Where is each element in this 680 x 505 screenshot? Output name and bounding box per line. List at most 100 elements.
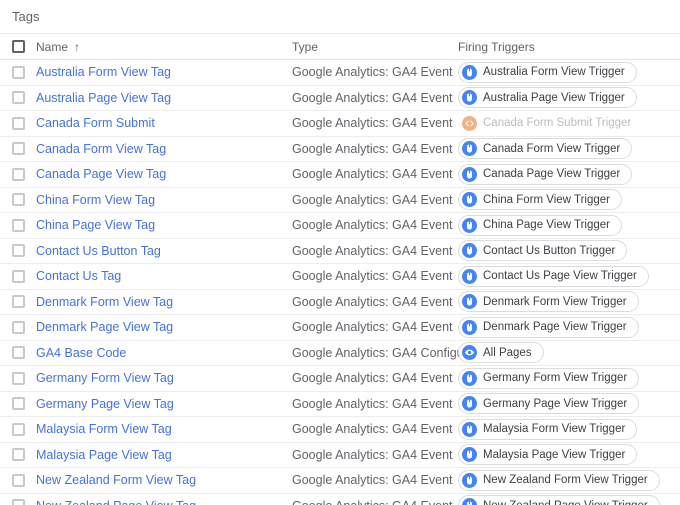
tag-name-link[interactable]: Canada Page View Tag [36, 167, 166, 181]
row-checkbox[interactable] [11, 269, 25, 283]
table-row: New Zealand Form View Tag Google Analyti… [0, 468, 680, 494]
firing-trigger-chip[interactable]: China Form View Trigger [458, 189, 622, 211]
table-row: GA4 Base Code Google Analytics: GA4 Conf… [0, 340, 680, 366]
tag-name-link[interactable]: China Form View Tag [36, 193, 155, 207]
row-checkbox[interactable] [11, 422, 25, 436]
firing-trigger-chip[interactable]: Denmark Form View Trigger [458, 291, 639, 313]
firing-trigger-chip[interactable]: Canada Form Submit Trigger [458, 112, 644, 134]
firing-trigger-chip[interactable]: Canada Form View Trigger [458, 138, 633, 160]
tag-type-label: Google Analytics: GA4 Event [292, 218, 453, 233]
tag-type-label: Google Analytics: GA4 Event [292, 116, 453, 131]
firing-trigger-chip[interactable]: China Page View Trigger [458, 214, 622, 236]
tag-name-link[interactable]: Australia Form View Tag [36, 65, 171, 79]
row-checkbox[interactable] [11, 499, 25, 505]
table-row: Malaysia Page View Tag Google Analytics:… [0, 442, 680, 468]
tag-type-label: Google Analytics: GA4 Event [292, 167, 453, 182]
mouse-click-icon [462, 217, 477, 233]
tag-name-link[interactable]: Contact Us Button Tag [36, 244, 161, 258]
tag-name-link[interactable]: GA4 Base Code [36, 346, 126, 360]
mouse-click-icon [462, 64, 477, 80]
firing-trigger-chip[interactable]: Germany Page View Trigger [458, 393, 640, 415]
trigger-label: Australia Page View Trigger [483, 91, 625, 104]
row-checkbox[interactable] [11, 295, 25, 309]
row-checkbox[interactable] [11, 91, 25, 105]
mouse-click-icon [462, 268, 477, 284]
trigger-label: Canada Form View Trigger [483, 142, 621, 155]
trigger-label: Malaysia Form View Trigger [483, 423, 626, 436]
mouse-click-icon [462, 447, 477, 463]
select-all-checkbox[interactable] [11, 40, 25, 53]
row-checkbox[interactable] [11, 142, 25, 156]
firing-trigger-chip[interactable]: Denmark Page View Trigger [458, 316, 639, 338]
tag-type-label: Google Analytics: GA4 Event [292, 65, 453, 80]
firing-trigger-chip[interactable]: Contact Us Page View Trigger [458, 265, 649, 287]
table-row: Denmark Form View Tag Google Analytics: … [0, 289, 680, 315]
firing-trigger-chip[interactable]: All Pages [458, 342, 544, 364]
tag-name-link[interactable]: Malaysia Form View Tag [36, 422, 172, 436]
tag-name-link[interactable]: New Zealand Form View Tag [36, 473, 196, 487]
row-checkbox[interactable] [11, 448, 25, 462]
trigger-label: Canada Page View Trigger [483, 168, 621, 181]
firing-trigger-chip[interactable]: Malaysia Form View Trigger [458, 418, 638, 440]
table-row: Denmark Page View Tag Google Analytics: … [0, 315, 680, 341]
tag-name-link[interactable]: Germany Form View Tag [36, 371, 174, 385]
firing-trigger-chip[interactable]: Canada Page View Trigger [458, 163, 633, 185]
tag-name-link[interactable]: Canada Form View Tag [36, 142, 166, 156]
trigger-label: Denmark Page View Trigger [483, 321, 627, 334]
firing-trigger-chip[interactable]: New Zealand Form View Trigger [458, 469, 660, 491]
table-header-row: Name ↑ Type Firing Triggers [0, 33, 680, 60]
row-checkbox[interactable] [11, 320, 25, 334]
column-header-name[interactable]: Name [36, 40, 68, 54]
firing-trigger-chip[interactable]: New Zealand Page View Trigger [458, 495, 660, 505]
tag-name-link[interactable]: Malaysia Page View Tag [36, 448, 172, 462]
trigger-label: Malaysia Page View Trigger [483, 448, 626, 461]
tag-type-label: Google Analytics: GA4 Event [292, 269, 453, 284]
mouse-click-icon [462, 396, 477, 412]
firing-trigger-chip[interactable]: Australia Page View Trigger [458, 87, 637, 109]
table-row: Contact Us Button Tag Google Analytics: … [0, 238, 680, 264]
trigger-label: Contact Us Button Trigger [483, 244, 616, 257]
mouse-click-icon [462, 141, 477, 157]
row-checkbox[interactable] [11, 244, 25, 258]
trigger-label: All Pages [483, 346, 532, 359]
sort-ascending-icon[interactable]: ↑ [74, 40, 80, 54]
table-row: Malaysia Form View Tag Google Analytics:… [0, 417, 680, 443]
table-row: Canada Page View Tag Google Analytics: G… [0, 162, 680, 188]
trigger-label: China Form View Trigger [483, 193, 610, 206]
mouse-click-icon [462, 294, 477, 310]
table-row: China Form View Tag Google Analytics: GA… [0, 187, 680, 213]
tag-type-label: Google Analytics: GA4 Event [292, 192, 453, 207]
row-checkbox[interactable] [11, 218, 25, 232]
trigger-label: Canada Form Submit Trigger [483, 117, 632, 130]
firing-trigger-chip[interactable]: Germany Form View Trigger [458, 367, 640, 389]
tag-type-label: Google Analytics: GA4 Event [292, 371, 453, 386]
firing-trigger-chip[interactable]: Contact Us Button Trigger [458, 240, 628, 262]
row-checkbox[interactable] [11, 65, 25, 79]
mouse-click-icon [462, 166, 477, 182]
firing-trigger-chip[interactable]: Malaysia Page View Trigger [458, 444, 638, 466]
row-checkbox[interactable] [11, 371, 25, 385]
row-checkbox[interactable] [11, 346, 25, 360]
firing-trigger-chip[interactable]: Australia Form View Trigger [458, 61, 637, 83]
tag-name-link[interactable]: Contact Us Tag [36, 269, 121, 283]
row-checkbox[interactable] [11, 397, 25, 411]
tag-name-link[interactable]: China Page View Tag [36, 218, 155, 232]
tag-name-link[interactable]: Germany Page View Tag [36, 397, 174, 411]
row-checkbox[interactable] [11, 473, 25, 487]
column-header-type[interactable]: Type [292, 40, 318, 54]
tag-type-label: Google Analytics: GA4 Event [292, 90, 453, 105]
tag-name-link[interactable]: Australia Page View Tag [36, 91, 171, 105]
tag-name-link[interactable]: Denmark Page View Tag [36, 320, 173, 334]
tag-type-label: Google Analytics: GA4 Event [292, 141, 453, 156]
tag-name-link[interactable]: Canada Form Submit [36, 116, 155, 130]
page-title: Tags [12, 9, 40, 24]
row-checkbox[interactable] [11, 116, 25, 130]
mouse-click-icon [462, 421, 477, 437]
row-checkbox[interactable] [11, 167, 25, 181]
tag-type-label: Google Analytics: GA4 Event [292, 243, 453, 258]
tag-name-link[interactable]: New Zealand Page View Tag [36, 499, 196, 505]
tag-type-label: Google Analytics: GA4 Event [292, 320, 453, 335]
tag-name-link[interactable]: Denmark Form View Tag [36, 295, 173, 309]
tag-type-label: Google Analytics: GA4 Event [292, 499, 453, 505]
row-checkbox[interactable] [11, 193, 25, 207]
